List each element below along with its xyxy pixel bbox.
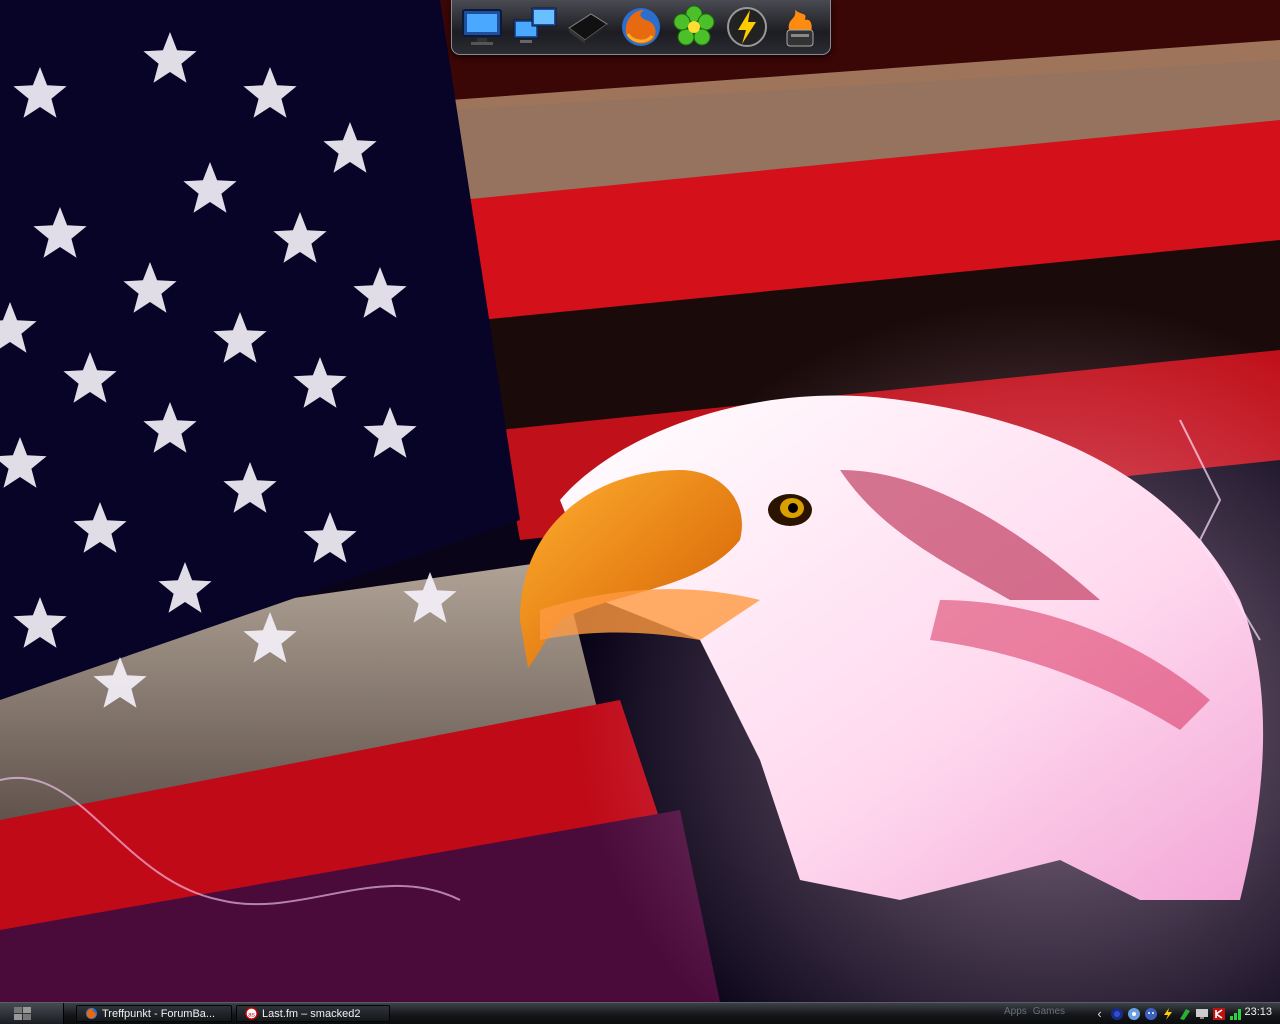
smiley-icon[interactable] bbox=[1143, 1006, 1158, 1021]
start-button[interactable] bbox=[0, 1003, 64, 1024]
desktop-wallpaper bbox=[0, 0, 1280, 1002]
taskbar-task-lastfm[interactable]: as Last.fm – smacked2 bbox=[236, 1005, 390, 1022]
task-label: Treffpunkt - ForumBa... bbox=[102, 1007, 216, 1020]
signal-bars-icon[interactable] bbox=[1228, 1006, 1243, 1021]
green-document-icon[interactable] bbox=[1177, 1006, 1192, 1021]
application-dock bbox=[451, 0, 831, 55]
quick-toolbars: Apps Games bbox=[1004, 1006, 1065, 1017]
icq-flower-icon[interactable] bbox=[671, 3, 718, 51]
lightning-icon[interactable] bbox=[1160, 1006, 1175, 1021]
network-icon[interactable] bbox=[1126, 1006, 1141, 1021]
taskbar-task-forum[interactable]: Treffpunkt - ForumBa... bbox=[76, 1005, 232, 1022]
task-label: Last.fm – smacked2 bbox=[262, 1007, 361, 1020]
svg-text:as: as bbox=[248, 1011, 256, 1018]
toolbar-games[interactable]: Games bbox=[1033, 1006, 1065, 1017]
hard-drive-icon[interactable] bbox=[564, 3, 611, 51]
firefox-icon[interactable] bbox=[617, 3, 664, 51]
system-tray: ‹ bbox=[1092, 1004, 1243, 1023]
windows-logo-icon bbox=[14, 1006, 31, 1020]
taskbar: Treffpunkt - ForumBa... as Last.fm – sma… bbox=[0, 1002, 1280, 1024]
firefox-icon bbox=[85, 1007, 98, 1020]
fire-cup-icon[interactable] bbox=[777, 3, 824, 51]
red-k-icon[interactable] bbox=[1211, 1006, 1226, 1021]
monitor-icon[interactable] bbox=[458, 3, 505, 51]
lightning-icon[interactable] bbox=[724, 3, 771, 51]
taskbar-clock[interactable]: 23:13 bbox=[1244, 1006, 1272, 1018]
lastfm-icon: as bbox=[245, 1007, 258, 1020]
monitor-icon[interactable] bbox=[1194, 1006, 1209, 1021]
network-monitors-icon[interactable] bbox=[511, 3, 558, 51]
toolbar-apps[interactable]: Apps bbox=[1004, 1006, 1027, 1017]
tray-expand-chevron[interactable]: ‹ bbox=[1092, 1006, 1107, 1021]
globe-icon[interactable] bbox=[1109, 1006, 1124, 1021]
